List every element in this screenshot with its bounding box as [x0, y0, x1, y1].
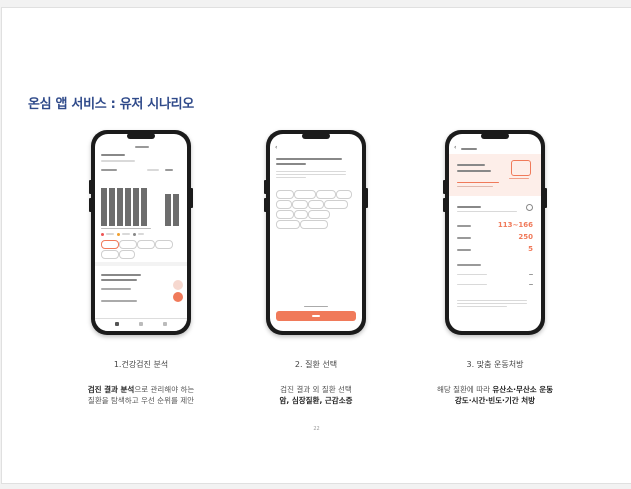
profile-tab-icon[interactable] — [163, 322, 167, 326]
step2-caption: 2. 질환 선택 — [294, 360, 338, 369]
chart-bar — [109, 188, 115, 226]
filter-chip[interactable] — [101, 240, 119, 249]
phone-mockup-health-analysis — [89, 130, 193, 335]
chart-bar — [141, 188, 147, 226]
step1-desc-line2: 질환을 탐색하고 우선 순위를 제안 — [87, 396, 195, 405]
disease-chip[interactable] — [324, 200, 348, 209]
back-arrow-icon[interactable]: ‹ — [275, 144, 277, 151]
exercise-time-value: 250 — [518, 233, 533, 241]
page-number: 22 — [313, 426, 320, 432]
step1-desc-bold: 검진 결과 분석 — [87, 385, 135, 394]
disease-chip[interactable] — [292, 200, 308, 209]
confirm-button[interactable] — [276, 311, 356, 321]
step2-description: 검진 결과 외 질환 선택 암, 심장질환, 근감소증 — [231, 384, 401, 406]
phone-screen-health-analysis — [95, 134, 187, 331]
step1-description: 검진 결과 분석으로 관리해야 하는 질환을 탐색하고 우선 순위를 제안 — [56, 384, 226, 406]
disease-chip[interactable] — [336, 190, 352, 199]
phone-mockup-disease-select: ‹ — [264, 130, 368, 335]
step2-desc-line1: 검진 결과 외 질환 선택 — [280, 385, 352, 394]
step1-desc-rest: 으로 관리해야 하는 — [134, 385, 195, 394]
chart-bar — [125, 188, 131, 226]
disease-chip[interactable] — [294, 190, 316, 199]
chart-bar — [101, 188, 107, 226]
step3-desc-bold1: 유산소·무산소 운동 — [492, 385, 554, 394]
phone-notch — [302, 133, 330, 139]
record-tab-icon[interactable] — [139, 322, 143, 326]
home-tab-icon[interactable] — [115, 322, 119, 326]
disease-chip[interactable] — [308, 210, 330, 219]
settings-icon[interactable] — [526, 204, 533, 211]
chart-bar — [165, 194, 171, 226]
back-arrow-icon[interactable]: ‹ — [454, 144, 456, 151]
disease-chip[interactable] — [308, 200, 324, 209]
phone-notch — [481, 133, 509, 139]
phone-screen-exercise-prescription: ‹ 113~166 250 5 — [449, 134, 541, 331]
step3-desc-plain: 해당 질환에 따라 — [436, 385, 493, 394]
disease-chip[interactable] — [276, 220, 300, 229]
disease-chip[interactable] — [276, 200, 292, 209]
tab-bar — [95, 318, 187, 331]
filter-chip[interactable] — [137, 240, 155, 249]
chart-bar — [117, 188, 123, 226]
frequency-value: 5 — [528, 245, 533, 253]
slide-title: 온심 앱 서비스 : 유저 시나리오 — [28, 97, 194, 112]
step2-desc-bold: 암, 심장질환, 근감소증 — [279, 396, 353, 405]
prescription-banner — [449, 154, 541, 196]
phone-notch — [127, 133, 155, 139]
filter-chip[interactable] — [101, 250, 119, 259]
step3-desc-bold2: 강도·시간·빈도·기간 처방 — [454, 396, 536, 405]
chat-icon[interactable] — [173, 292, 183, 302]
heart-rate-value: 113~166 — [497, 221, 533, 229]
disease-chip[interactable] — [294, 210, 308, 219]
chart-bar — [133, 188, 139, 226]
filter-chip[interactable] — [119, 250, 135, 259]
slide: 온심 앱 서비스 : 유저 시나리오 ‹ ‹ 113~166 250 5 1.건… — [1, 7, 631, 484]
disease-chip[interactable] — [276, 190, 294, 199]
step1-caption: 1.건강검진 분석 — [113, 360, 169, 369]
step3-caption: 3. 맞춤 운동처방 — [466, 360, 524, 369]
phone-screen-disease-select: ‹ — [270, 134, 362, 331]
disease-chip[interactable] — [316, 190, 336, 199]
heart-rate-icon — [511, 160, 531, 176]
filter-chip[interactable] — [155, 240, 173, 249]
filter-chip[interactable] — [119, 240, 137, 249]
chart-bar — [173, 194, 179, 226]
phone-mockup-exercise-prescription: ‹ 113~166 250 5 — [443, 130, 547, 335]
disease-chip[interactable] — [276, 210, 294, 219]
step3-description: 해당 질환에 따라 유산소·무산소 운동 강도·시간·빈도·기간 처방 — [410, 384, 580, 406]
disease-chip[interactable] — [300, 220, 328, 229]
floating-action-icon[interactable] — [173, 280, 183, 290]
